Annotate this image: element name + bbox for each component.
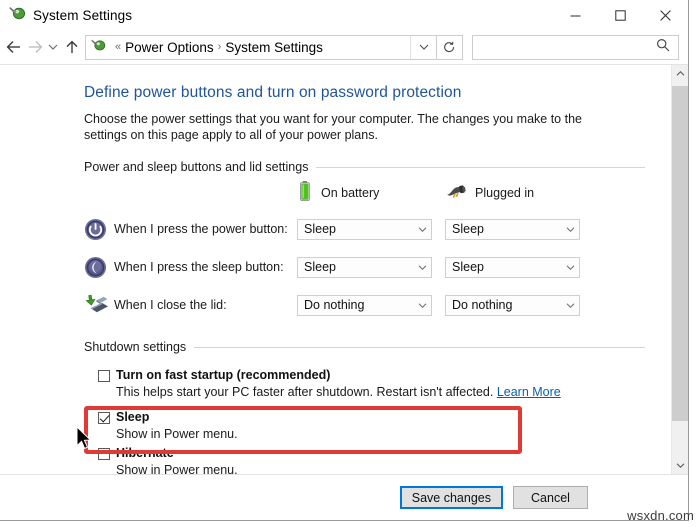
- combo-close-lid-plugged-in[interactable]: Do nothing: [445, 294, 580, 316]
- combo-power-button-plugged-in[interactable]: Sleep: [445, 218, 580, 240]
- window-title: System Settings: [33, 7, 133, 23]
- power-plug-icon: [445, 182, 467, 205]
- forward-arrow-icon[interactable]: [25, 34, 46, 60]
- shutdown-group-heading-label: Shutdown settings: [84, 340, 187, 354]
- column-header-on-battery-label: On battery: [321, 186, 380, 200]
- scrollbar-track[interactable]: [672, 82, 688, 457]
- learn-more-link[interactable]: Learn More: [497, 385, 561, 399]
- setting-row-close-lid: When I close the lid: Do nothing Do noth…: [84, 286, 645, 324]
- chevron-down-icon: [414, 302, 431, 309]
- back-arrow-icon[interactable]: [4, 34, 25, 60]
- page-title: Define power buttons and turn on passwor…: [84, 84, 462, 101]
- shutdown-group-heading: Shutdown settings: [84, 340, 645, 354]
- breadcrumb-item-power-options[interactable]: Power Options: [125, 40, 214, 55]
- power-group-heading-label: Power and sleep buttons and lid settings: [84, 160, 309, 174]
- combo-close-lid-on-battery[interactable]: Do nothing: [297, 294, 432, 316]
- chevron-down-icon: [414, 264, 431, 271]
- option-fast-startup-label: Turn on fast startup (recommended): [116, 368, 331, 382]
- option-hibernate: Hibernate Show in Power menu.: [98, 446, 645, 474]
- window-titlebar: System Settings: [0, 0, 688, 30]
- shutdown-settings-group: Shutdown settings Turn on fast startup (…: [84, 340, 645, 474]
- combo-sleep-button-plugged-in-value: Sleep: [452, 260, 484, 274]
- breadcrumb-system-settings-icon: [91, 37, 106, 57]
- scroll-up-arrow-icon[interactable]: [672, 65, 688, 82]
- dialog-footer: Save changes Cancel: [0, 475, 688, 520]
- search-input[interactable]: [473, 39, 656, 55]
- power-button-icon: [84, 218, 114, 241]
- option-fast-startup-row[interactable]: Turn on fast startup (recommended): [98, 368, 645, 383]
- setting-row-sleep-button: When I press the sleep button: Sleep Sle…: [84, 248, 645, 286]
- vertical-scrollbar[interactable]: [671, 65, 688, 474]
- recent-locations-chevron-down-icon[interactable]: [46, 34, 61, 60]
- combo-power-button-plugged-in-value: Sleep: [452, 222, 484, 236]
- cancel-button[interactable]: Cancel: [513, 486, 588, 509]
- option-hibernate-label: Hibernate: [116, 446, 174, 460]
- setting-label-power-button: When I press the power button:: [114, 222, 288, 236]
- chevron-down-icon: [414, 226, 431, 233]
- breadcrumb-separator: ›: [217, 41, 222, 53]
- option-fast-startup-description-text: This helps start your PC faster after sh…: [116, 385, 494, 399]
- scroll-down-arrow-icon[interactable]: [672, 457, 688, 474]
- option-fast-startup: Turn on fast startup (recommended) This …: [98, 368, 645, 400]
- column-header-on-battery: On battery: [297, 180, 445, 207]
- breadcrumb-item-system-settings[interactable]: System Settings: [225, 40, 323, 55]
- system-settings-icon: [9, 4, 26, 26]
- checkbox-sleep[interactable]: [98, 412, 110, 424]
- power-group-heading: Power and sleep buttons and lid settings: [84, 160, 645, 174]
- system-settings-window: System Settings « Power Options › System…: [0, 0, 689, 521]
- combo-sleep-button-on-battery[interactable]: Sleep: [297, 256, 432, 278]
- power-column-headers: On battery Plugged in: [84, 180, 645, 207]
- address-bar[interactable]: « Power Options › System Settings: [85, 34, 437, 60]
- search-icon: [656, 38, 670, 57]
- watermark: wsxdn.com: [627, 508, 694, 523]
- battery-icon: [297, 180, 313, 207]
- group-divider-line: [316, 166, 645, 168]
- up-arrow-icon[interactable]: [61, 34, 82, 60]
- breadcrumb-chevron-down-icon[interactable]: [410, 35, 436, 59]
- sleep-button-icon: [84, 256, 114, 279]
- group-divider-line: [194, 346, 645, 348]
- minimize-button[interactable]: [553, 0, 598, 30]
- settings-scroll-region: Define power buttons and turn on passwor…: [0, 65, 671, 474]
- laptop-lid-icon: [84, 294, 114, 316]
- combo-close-lid-plugged-in-value: Do nothing: [452, 298, 513, 312]
- combo-sleep-button-on-battery-value: Sleep: [304, 260, 336, 274]
- setting-label-sleep-button: When I press the sleep button:: [114, 260, 284, 274]
- checkbox-hibernate[interactable]: [98, 448, 110, 460]
- option-sleep: Sleep Show in Power menu.: [98, 410, 645, 442]
- combo-sleep-button-plugged-in[interactable]: Sleep: [445, 256, 580, 278]
- refresh-icon[interactable]: [437, 34, 463, 60]
- content-area: Define power buttons and turn on passwor…: [0, 65, 688, 474]
- checkbox-fast-startup[interactable]: [98, 370, 110, 382]
- column-header-plugged-in: Plugged in: [445, 182, 593, 205]
- option-fast-startup-description: This helps start your PC faster after sh…: [116, 384, 645, 400]
- chevron-down-icon: [562, 264, 579, 271]
- scrollbar-thumb[interactable]: [672, 86, 688, 421]
- close-button[interactable]: [643, 0, 688, 30]
- setting-row-power-button: When I press the power button: Sleep Sle…: [84, 210, 645, 248]
- search-box[interactable]: [472, 34, 679, 60]
- option-sleep-description: Show in Power menu.: [116, 427, 238, 441]
- option-sleep-label: Sleep: [116, 410, 150, 424]
- save-changes-button[interactable]: Save changes: [399, 486, 503, 509]
- combo-power-button-on-battery[interactable]: Sleep: [297, 218, 432, 240]
- chevron-down-icon: [562, 226, 579, 233]
- maximize-button[interactable]: [598, 0, 643, 30]
- breadcrumb-overflow[interactable]: «: [111, 41, 125, 53]
- setting-label-close-lid: When I close the lid:: [114, 298, 227, 312]
- option-hibernate-description: Show in Power menu.: [116, 463, 238, 474]
- combo-close-lid-on-battery-value: Do nothing: [304, 298, 365, 312]
- option-sleep-row[interactable]: Sleep: [98, 410, 645, 425]
- option-hibernate-row[interactable]: Hibernate: [98, 446, 645, 461]
- navigation-bar: « Power Options › System Settings: [0, 30, 688, 64]
- column-header-plugged-in-label: Plugged in: [475, 186, 535, 200]
- combo-power-button-on-battery-value: Sleep: [304, 222, 336, 236]
- chevron-down-icon: [562, 302, 579, 309]
- window-controls: [553, 0, 688, 30]
- page-description: Choose the power settings that you want …: [84, 112, 582, 142]
